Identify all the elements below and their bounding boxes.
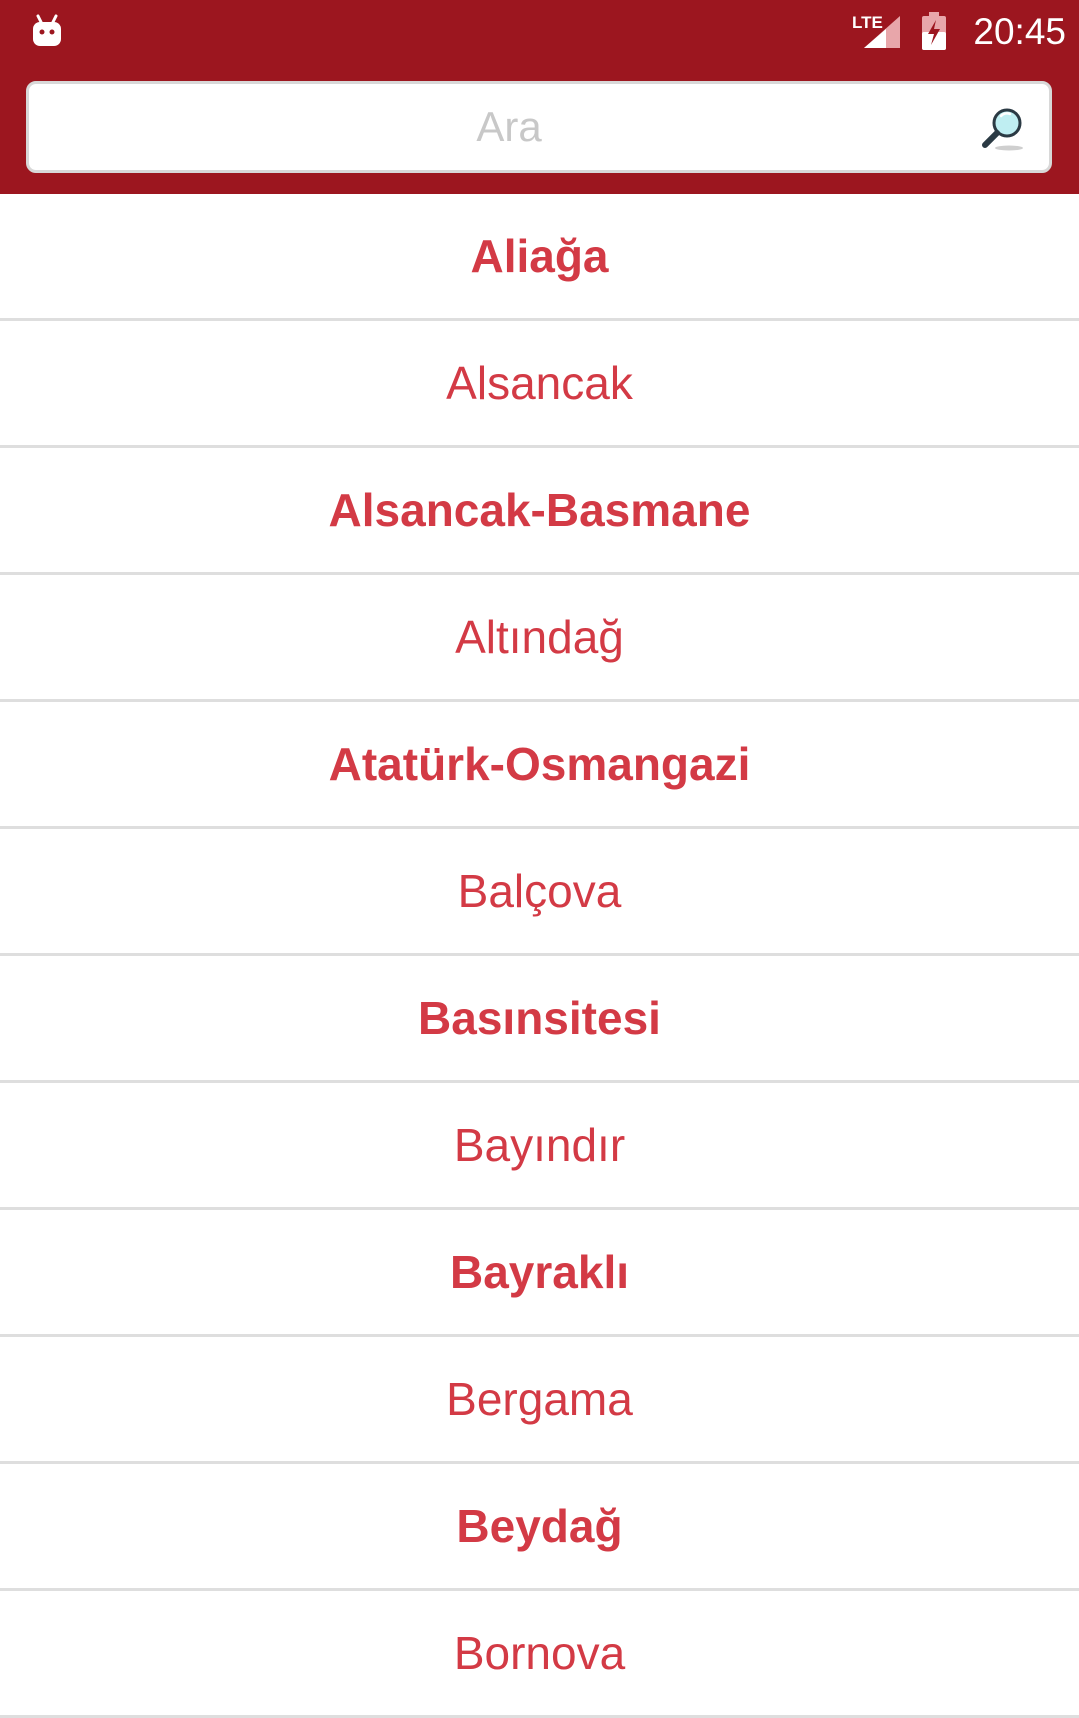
search-input[interactable] — [29, 84, 1049, 170]
district-list-item[interactable]: Atatürk-Osmangazi — [0, 702, 1079, 829]
district-list-item[interactable]: Beydağ — [0, 1464, 1079, 1591]
district-list-item[interactable]: Aliağa — [0, 194, 1079, 321]
app-notification-icon — [33, 14, 61, 46]
search-box[interactable] — [26, 81, 1052, 173]
district-list-item[interactable]: Bergama — [0, 1337, 1079, 1464]
district-list-item[interactable]: Altındağ — [0, 575, 1079, 702]
status-bar: LTE 20:45 — [0, 0, 1079, 64]
district-list-item[interactable]: Bornova — [0, 1591, 1079, 1718]
district-list-item[interactable]: Basınsitesi — [0, 956, 1079, 1083]
battery-charging-icon — [922, 12, 946, 50]
district-list-item[interactable]: Bayraklı — [0, 1210, 1079, 1337]
district-list-item[interactable]: Bayındır — [0, 1083, 1079, 1210]
district-list: Aliağa Alsancak Alsancak-Basmane Altındağ At… — [0, 194, 1079, 1718]
district-list-item[interactable]: Alsancak-Basmane — [0, 448, 1079, 575]
search-header — [0, 64, 1079, 194]
network-label: LTE — [852, 13, 883, 32]
status-time: 20:45 — [973, 11, 1066, 52]
district-list-item[interactable]: Balçova — [0, 829, 1079, 956]
lte-signal-icon: LTE — [852, 13, 900, 48]
magnifier-icon[interactable] — [979, 104, 1027, 152]
district-list-item[interactable]: Alsancak — [0, 321, 1079, 448]
